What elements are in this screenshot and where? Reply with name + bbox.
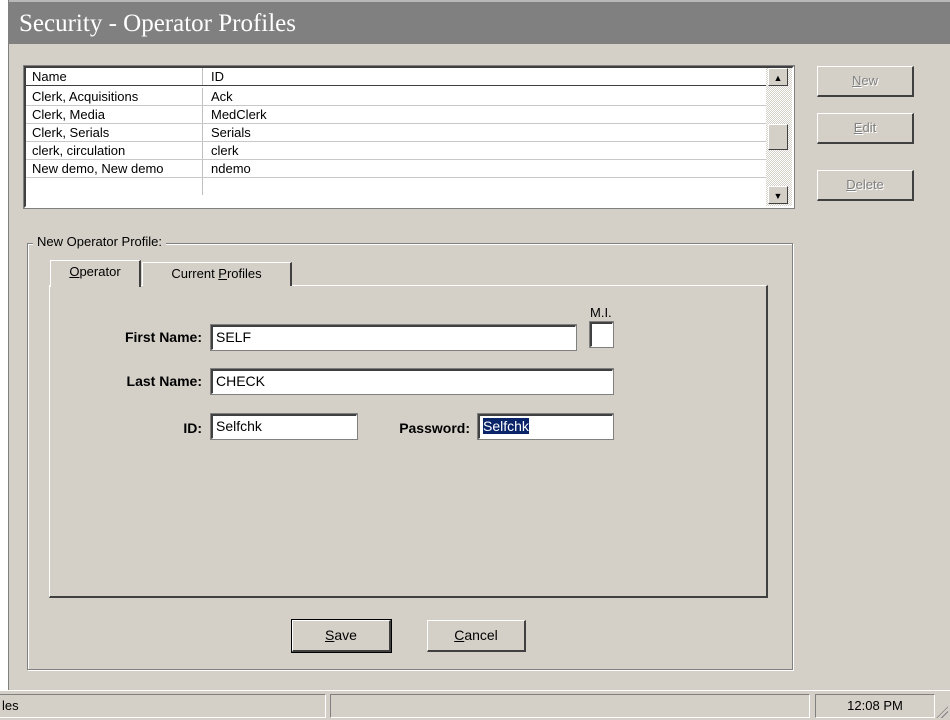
last-name-label: Last Name: (126, 373, 202, 389)
operator-list[interactable]: Name ID Clerk, Acquisitions Ack Clerk, M… (23, 65, 795, 209)
tab-operator[interactable]: Operator (50, 260, 141, 287)
status-time: 12:08 PM (815, 694, 935, 718)
operator-name: clerk, circulation (32, 142, 203, 159)
operator-name: New demo, New demo (32, 160, 203, 177)
operator-name: Clerk, Acquisitions (32, 88, 203, 105)
list-item[interactable]: Clerk, Media MedClerk (26, 106, 766, 124)
delete-button-label: elete (855, 177, 884, 192)
delete-button-mnemonic: D (846, 177, 856, 192)
list-item[interactable]: clerk, circulation clerk (26, 142, 766, 160)
tab-current-profiles-pre: Current (171, 266, 219, 281)
column-header-name[interactable]: Name (32, 68, 203, 85)
operator-name: Clerk, Media (32, 106, 203, 123)
cancel-button-label: ancel (464, 627, 498, 643)
group-legend: New Operator Profile: (33, 234, 166, 250)
tab-operator-label: perator (79, 264, 121, 279)
first-name-field[interactable]: SELF (210, 324, 577, 351)
edit-button[interactable]: Edit (817, 113, 914, 144)
delete-button[interactable]: Delete (817, 170, 914, 201)
tab-current-profiles-mnemonic: P (218, 266, 227, 281)
status-pane-left: les (0, 694, 326, 718)
mi-label: M.I. (590, 305, 612, 320)
list-scrollbar[interactable]: ▲ ▼ (766, 68, 792, 206)
cancel-button-mnemonic: C (454, 627, 465, 643)
last-name-field[interactable]: CHECK (210, 368, 614, 395)
new-button-mnemonic: N (851, 73, 862, 88)
new-button[interactable]: New (817, 66, 914, 97)
save-button-label: ave (334, 627, 357, 643)
list-item[interactable]: Clerk, Serials Serials (26, 124, 766, 142)
status-pane-middle (330, 694, 810, 718)
operator-id: MedClerk (211, 107, 267, 122)
operator-name-clipped (32, 178, 203, 195)
scroll-up-arrow-icon[interactable]: ▲ (768, 68, 788, 86)
operator-id: ndemo (211, 161, 251, 176)
tab-current-profiles-label: rofiles (226, 266, 262, 281)
id-field[interactable]: Selfchk (210, 413, 358, 440)
resize-grip-icon[interactable] (936, 706, 948, 718)
scroll-thumb[interactable] (768, 124, 788, 150)
operator-id: Ack (211, 89, 233, 104)
save-button-mnemonic: S (325, 627, 335, 643)
first-name-label: First Name: (124, 329, 202, 345)
password-value-selected: Selfchk (483, 418, 529, 434)
column-header-id[interactable]: ID (211, 68, 224, 85)
list-header: Name ID (26, 68, 766, 86)
new-button-label: ew (861, 73, 878, 88)
password-label: Password: (399, 420, 470, 436)
save-button[interactable]: Save (291, 619, 392, 653)
list-item[interactable]: New demo, New demo ndemo (26, 160, 766, 178)
cancel-button[interactable]: Cancel (427, 620, 526, 652)
scroll-down-arrow-icon[interactable]: ▼ (768, 186, 788, 204)
window-left-edge (0, 0, 9, 690)
id-label: ID: (183, 420, 202, 436)
password-field[interactable]: Selfchk (477, 413, 614, 440)
window-title: Security - Operator Profiles (9, 0, 950, 44)
middle-initial-field[interactable] (589, 321, 614, 348)
operator-name: Clerk, Serials (32, 124, 203, 141)
status-bar: les 12:08 PM (0, 690, 950, 720)
operator-id: clerk (211, 143, 239, 158)
tab-current-profiles[interactable]: Current Profiles (142, 262, 292, 286)
list-item[interactable]: Clerk, Acquisitions Ack (26, 88, 766, 106)
operator-id: Serials (211, 125, 251, 140)
tab-operator-mnemonic: O (69, 264, 80, 279)
list-item-partial[interactable] (26, 178, 766, 196)
edit-button-label: dit (862, 120, 877, 135)
